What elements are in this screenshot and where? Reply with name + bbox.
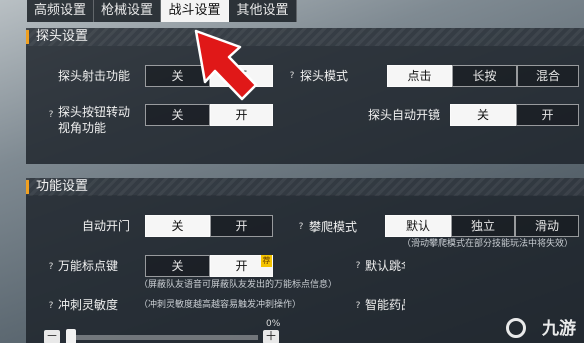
climb-mode-independent-button[interactable]: 独立: [451, 215, 515, 237]
climb-mode-note: （滑动攀爬模式在部分技能玩法中将失效）: [402, 239, 574, 249]
marker-key-label: 万能标点键: [58, 259, 119, 273]
tab-weapon[interactable]: 枪械设置: [94, 0, 161, 22]
climb-mode-label: 攀爬模式: [309, 220, 358, 234]
function-section-accent: [26, 180, 29, 194]
climb-mode-default-button[interactable]: 默认: [385, 215, 451, 237]
scope-rotate-label-line1: 探头按钮转动: [58, 105, 131, 119]
sprint-sensitivity-slider-thumb[interactable]: [66, 329, 76, 343]
scope-auto-open-label: 探头自动开镜: [367, 108, 440, 122]
tab-combat[interactable]: 战斗设置: [161, 0, 229, 22]
smart-medicine-label: 智能药品: [365, 298, 405, 312]
marker-key-help-icon[interactable]: ?: [46, 262, 56, 272]
auto-door-off-button[interactable]: 关: [145, 215, 210, 237]
auto-door-on-button[interactable]: 开: [210, 215, 273, 237]
climb-mode-help-icon[interactable]: ?: [296, 222, 306, 232]
red-arrow-icon: [194, 29, 258, 101]
scope-auto-open-on-button[interactable]: 开: [516, 104, 579, 126]
sprint-sensitivity-label: 冲刺灵敏度: [58, 298, 119, 312]
sprint-sensitivity-help-icon[interactable]: ?: [46, 301, 56, 311]
watermark-logo-icon: [506, 318, 526, 338]
function-section-header: [26, 178, 584, 196]
scope-mode-hold-button[interactable]: 长按: [452, 65, 517, 87]
tab-other[interactable]: 其他设置: [229, 0, 297, 22]
sprint-sensitivity-slider-track[interactable]: [66, 335, 258, 340]
scope-fire-label: 探头射击功能: [57, 69, 130, 83]
scope-section-title: 探头设置: [36, 29, 89, 44]
scope-auto-open-off-button[interactable]: 关: [450, 104, 516, 126]
watermark-text: 九游: [542, 319, 576, 339]
climb-mode-slide-button[interactable]: 滑动: [515, 215, 579, 237]
smart-medicine-help-icon[interactable]: ?: [353, 301, 363, 311]
scope-section-accent: [26, 30, 29, 44]
default-parachute-label: 默认跳伞: [365, 259, 405, 273]
scope-rotate-on-button[interactable]: 开: [210, 104, 273, 126]
scope-mode-mix-button[interactable]: 混合: [517, 65, 579, 87]
sprint-sensitivity-note: （冲刺灵敏度越高越容易触发冲刺操作）: [139, 300, 302, 310]
sprint-sensitivity-plus-button[interactable]: ＋: [263, 330, 279, 343]
scope-mode-tap-button[interactable]: 点击: [387, 65, 452, 87]
scope-mode-label: 探头模式: [300, 69, 349, 83]
sprint-sensitivity-minus-button[interactable]: －: [44, 330, 60, 343]
scope-rotate-off-button[interactable]: 关: [145, 104, 210, 126]
tab-high-frequency[interactable]: 高频设置: [27, 0, 94, 22]
marker-key-note: （屏蔽队友语音可屏蔽队友发出的万能标点信息）: [139, 280, 338, 290]
scope-section-header: [26, 28, 584, 46]
scope-rotate-help-icon[interactable]: ?: [46, 110, 56, 120]
function-section-title: 功能设置: [36, 179, 89, 194]
default-parachute-help-icon[interactable]: ?: [353, 261, 363, 271]
scope-rotate-label-line2: 视角功能: [58, 121, 107, 135]
auto-door-label: 自动开门: [81, 219, 130, 233]
recommended-badge: 荐: [261, 255, 272, 267]
scope-mode-help-icon[interactable]: ?: [287, 71, 297, 81]
marker-key-off-button[interactable]: 关: [145, 255, 210, 277]
